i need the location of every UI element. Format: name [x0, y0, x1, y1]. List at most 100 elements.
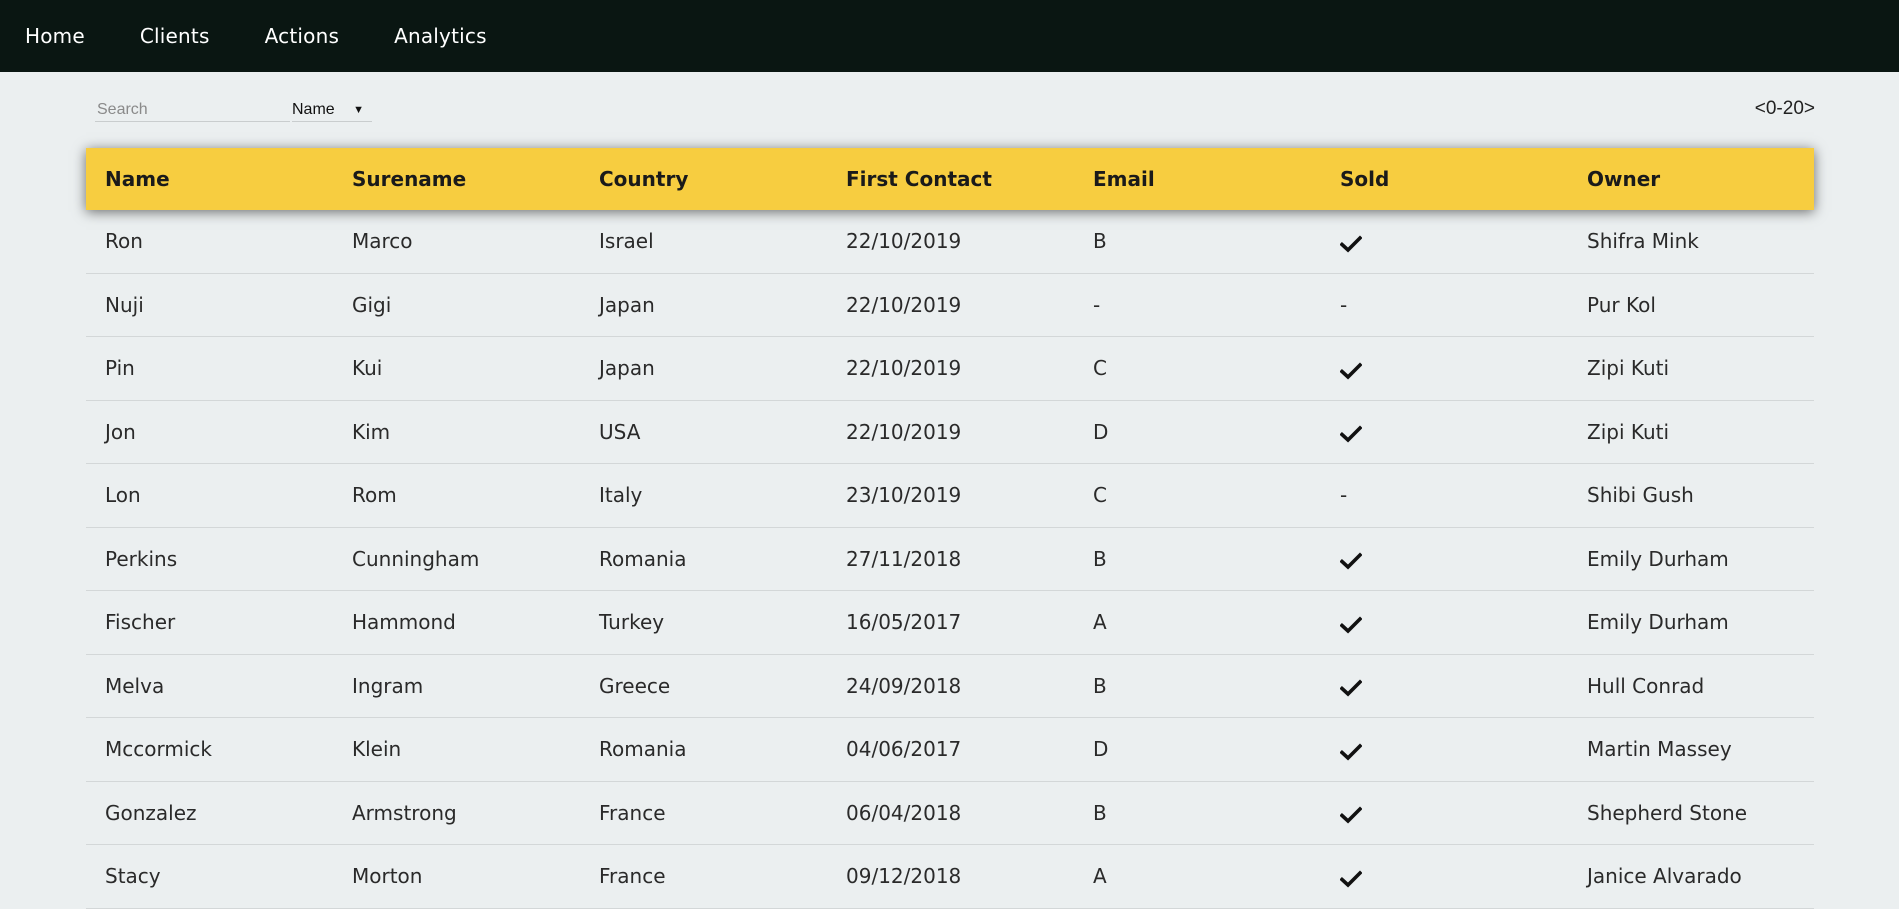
- cell-country: Turkey: [599, 610, 665, 635]
- column-header-sold[interactable]: Sold: [1321, 167, 1568, 191]
- clients-table: Name Surename Country First Contact Emai…: [86, 148, 1814, 909]
- cell-surename: Ingram: [352, 673, 424, 698]
- cell-owner: Zipi Kuti: [1587, 356, 1670, 381]
- table-row[interactable]: Perkins Cunningham Romania 27/11/2018 B Emily…: [86, 528, 1814, 591]
- cell-country: Italy: [599, 483, 643, 508]
- cell-email: C: [1093, 483, 1107, 508]
- table-row[interactable]: Ron Marco Israel 22/10/2019 B Shifra Mink: [86, 210, 1814, 274]
- table-row[interactable]: Stacy Morton France 09/12/2018 A Janice Alvar…: [86, 845, 1814, 909]
- cell-owner: Martin Massey: [1587, 737, 1732, 762]
- column-header-owner[interactable]: Owner: [1568, 167, 1814, 191]
- cell-sold: -: [1340, 292, 1348, 317]
- cell-email: -: [1093, 292, 1101, 317]
- cell-email: A: [1093, 864, 1107, 889]
- cell-sold: [1321, 547, 1568, 571]
- column-header-first-contact[interactable]: First Contact: [827, 167, 1074, 191]
- table-toolbar: Name ▼ <0-20>: [95, 98, 1815, 124]
- table-row[interactable]: Jon Kim USA 22/10/2019 D Zipi Kuti: [86, 401, 1814, 464]
- check-icon: [1339, 678, 1363, 697]
- check-icon: [1339, 869, 1363, 888]
- cell-name: Ron: [105, 229, 143, 254]
- cell-name: Perkins: [105, 546, 178, 571]
- cell-country: France: [599, 800, 666, 825]
- cell-name: Mccormick: [105, 737, 212, 762]
- cell-surename: Klein: [352, 737, 402, 762]
- cell-country: France: [599, 864, 666, 889]
- cell-first-contact: 06/04/2018: [846, 800, 962, 825]
- table-row[interactable]: Lon Rom Italy 23/10/2019 C - Shibi Gush: [86, 464, 1814, 528]
- nav-item-clients[interactable]: Clients: [140, 24, 210, 48]
- cell-owner: Emily Durham: [1587, 610, 1729, 635]
- cell-surename: Morton: [352, 864, 423, 889]
- table-row[interactable]: Pin Kui Japan 22/10/2019 C Zipi Kuti: [86, 337, 1814, 401]
- cell-first-contact: 22/10/2019: [846, 419, 962, 444]
- check-icon: [1339, 551, 1363, 570]
- nav-item-analytics[interactable]: Analytics: [394, 24, 487, 48]
- cell-sold: [1321, 864, 1568, 888]
- cell-sold: -: [1340, 483, 1348, 508]
- check-icon: [1339, 424, 1363, 443]
- cell-first-contact: 24/09/2018: [846, 673, 962, 698]
- cell-first-contact: 04/06/2017: [846, 737, 962, 762]
- cell-email: B: [1093, 673, 1107, 698]
- table-header: Name Surename Country First Contact Emai…: [86, 148, 1814, 210]
- check-icon: [1339, 361, 1363, 380]
- table-row[interactable]: Gonzalez Armstrong France 06/04/2018 B Shephe…: [86, 782, 1814, 845]
- cell-owner: Janice Alvarado: [1587, 864, 1742, 889]
- cell-name: Fischer: [105, 610, 176, 635]
- table-row[interactable]: Melva Ingram Greece 24/09/2018 B Hull Conrad: [86, 655, 1814, 718]
- cell-surename: Cunningham: [352, 546, 480, 571]
- cell-owner: Zipi Kuti: [1587, 419, 1670, 444]
- caret-down-icon: ▼: [353, 104, 364, 116]
- cell-owner: Shepherd Stone: [1587, 800, 1748, 825]
- table-row[interactable]: Mccormick Klein Romania 04/06/2017 D Martin M…: [86, 718, 1814, 782]
- cell-email: B: [1093, 546, 1107, 571]
- cell-country: Japan: [599, 292, 655, 317]
- column-header-name[interactable]: Name: [86, 167, 333, 191]
- cell-name: Pin: [105, 356, 135, 381]
- cell-first-contact: 23/10/2019: [846, 483, 962, 508]
- cell-sold: [1321, 610, 1568, 634]
- cell-sold: [1321, 674, 1568, 698]
- column-header-email[interactable]: Email: [1074, 167, 1321, 191]
- cell-surename: Marco: [352, 229, 413, 254]
- cell-first-contact: 09/12/2018: [846, 864, 962, 889]
- cell-email: A: [1093, 610, 1107, 635]
- check-icon: [1339, 742, 1363, 761]
- cell-surename: Rom: [352, 483, 397, 508]
- top-navbar: Home Clients Actions Analytics: [0, 0, 1899, 72]
- search-field-select[interactable]: Name ▼: [292, 98, 372, 122]
- cell-country: Israel: [599, 229, 654, 254]
- table-row[interactable]: Nuji Gigi Japan 22/10/2019 - - Pur Kol: [86, 274, 1814, 337]
- cell-surename: Gigi: [352, 292, 392, 317]
- nav-item-home[interactable]: Home: [25, 24, 85, 48]
- table-row[interactable]: Fischer Hammond Turkey 16/05/2017 A Emily Dur…: [86, 591, 1814, 655]
- search-input[interactable]: [95, 98, 290, 122]
- cell-owner: Pur Kol: [1587, 292, 1656, 317]
- cell-country: Romania: [599, 546, 687, 571]
- cell-email: B: [1093, 229, 1107, 254]
- column-header-surename[interactable]: Surename: [333, 167, 580, 191]
- column-header-country[interactable]: Country: [580, 167, 827, 191]
- cell-sold: [1321, 801, 1568, 825]
- cell-first-contact: 22/10/2019: [846, 292, 962, 317]
- cell-owner: Shifra Mink: [1587, 229, 1699, 254]
- check-icon: [1339, 805, 1363, 824]
- table-body: Ron Marco Israel 22/10/2019 B Shifra Mink Nuji…: [86, 210, 1814, 909]
- cell-sold: [1321, 229, 1568, 253]
- cell-email: B: [1093, 800, 1107, 825]
- cell-email: D: [1093, 419, 1109, 444]
- cell-surename: Hammond: [352, 610, 456, 635]
- cell-country: Japan: [599, 356, 655, 381]
- cell-email: C: [1093, 356, 1107, 381]
- cell-first-contact: 16/05/2017: [846, 610, 962, 635]
- pagination-range[interactable]: <0-20>: [1755, 98, 1815, 120]
- cell-name: Lon: [105, 483, 141, 508]
- cell-first-contact: 27/11/2018: [846, 546, 962, 571]
- cell-sold: [1321, 737, 1568, 761]
- cell-name: Gonzalez: [105, 800, 197, 825]
- cell-name: Stacy: [105, 864, 161, 889]
- cell-country: USA: [599, 419, 641, 444]
- cell-first-contact: 22/10/2019: [846, 229, 962, 254]
- nav-item-actions[interactable]: Actions: [265, 24, 339, 48]
